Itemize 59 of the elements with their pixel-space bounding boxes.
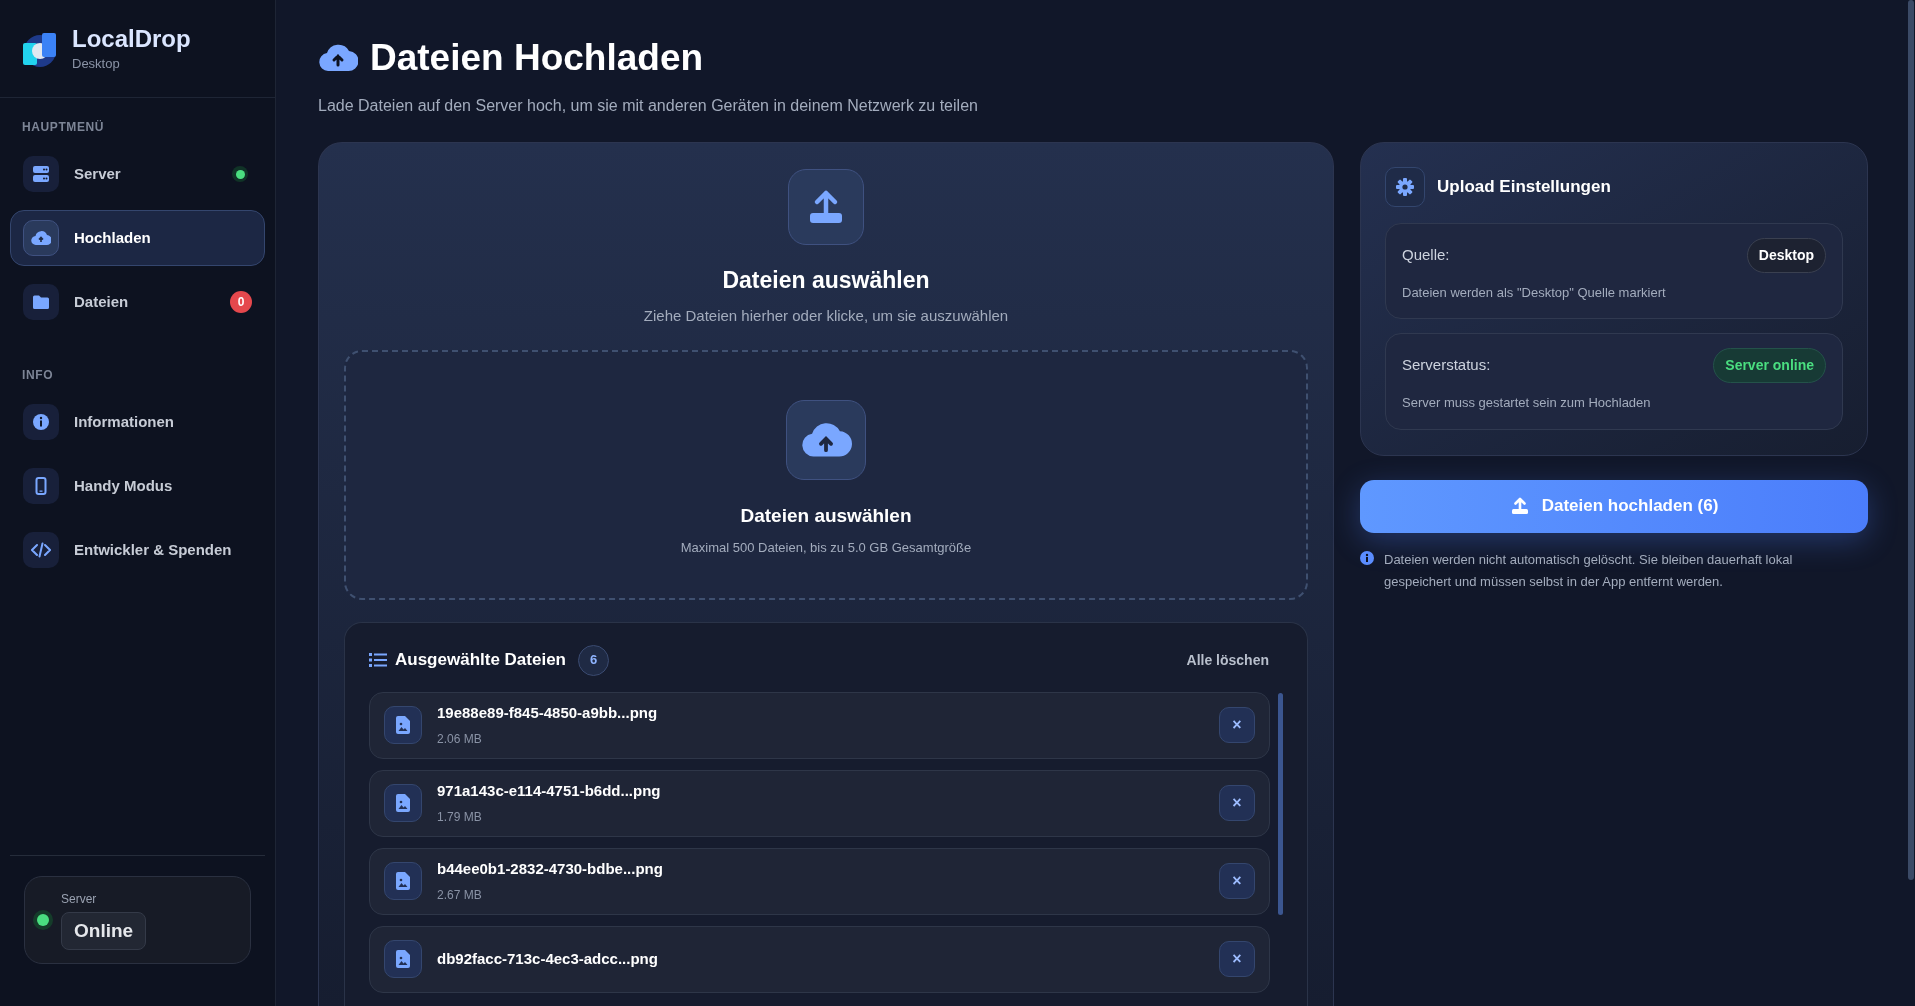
section-title: Ausgewählte Dateien	[395, 649, 566, 672]
file-size: 1.79 MB	[437, 809, 483, 827]
nav-item[interactable]: Entwickler & Spenden	[10, 522, 265, 578]
cloud-upload-icon	[786, 399, 866, 480]
dropzone-title: Dateien auswählen	[740, 503, 912, 528]
file-size: 2.06 MB	[437, 731, 483, 749]
cloud-upload-icon	[318, 42, 358, 73]
page-scrollbar[interactable]	[1908, 0, 1914, 880]
settings-title: Upload Einstellungen	[1437, 175, 1611, 198]
image-file-icon	[384, 862, 422, 900]
file-name: 19e88e89-f845-4850-a9bb...png	[437, 702, 658, 723]
remove-button[interactable]: ×	[1219, 941, 1255, 977]
setting-note: Server muss gestartet sein zum Hochladen	[1402, 394, 1652, 412]
section-heading: HAUPTMENÜ	[21, 119, 106, 136]
file-name: db92facc-713c-4ec3-adcc...png	[437, 948, 658, 969]
nav-item[interactable]: Server	[10, 146, 265, 202]
count-badge: 0	[230, 291, 252, 313]
remove-button[interactable]: ×	[1219, 863, 1255, 899]
file-name: b44ee0b1-2832-4730-bdbe...png	[437, 858, 663, 879]
nav-item[interactable]: Dateien 0	[10, 274, 265, 330]
app-subtitle: Desktop	[72, 54, 121, 73]
remove-button[interactable]: ×	[1219, 785, 1255, 821]
image-file-icon	[384, 784, 422, 822]
nav-item[interactable]: Handy Modus	[10, 458, 265, 514]
list-icon	[369, 652, 387, 668]
file-size: 2.67 MB	[437, 887, 483, 905]
info-icon	[31, 412, 51, 432]
cloud-upload-icon	[31, 228, 51, 248]
image-file-icon	[384, 706, 422, 744]
clear-all-button[interactable]: Alle löschen	[1186, 649, 1269, 671]
server-icon	[31, 164, 51, 184]
file-name: 971a143c-e114-4751-b6dd...png	[437, 780, 661, 801]
upload-icon	[788, 168, 864, 245]
info-icon	[1360, 550, 1374, 565]
page-title: Dateien Hochladen	[370, 36, 704, 80]
setting-label: Quelle:	[1402, 244, 1450, 265]
nav-item[interactable]: Hochladen	[10, 210, 265, 266]
section-heading: INFO	[21, 367, 55, 384]
remove-button[interactable]: ×	[1219, 707, 1255, 743]
scrollbar[interactable]	[1278, 692, 1283, 915]
status-pill: Server online	[1713, 348, 1826, 383]
status-pill: Desktop	[1746, 237, 1826, 273]
gear-icon	[1385, 166, 1425, 207]
code-icon	[31, 540, 51, 560]
image-file-icon	[384, 940, 422, 978]
dropzone-hint: Maximal 500 Dateien, bis zu 5.0 GB Gesamtgröße	[680, 539, 972, 557]
upload-title: Dateien auswählen	[722, 265, 930, 295]
setting-note: Dateien werden als "Desktop" Quelle markiert	[1402, 283, 1667, 302]
upload-icon	[1509, 496, 1530, 516]
count-badge: 6	[578, 644, 609, 676]
app-name: LocalDrop	[72, 23, 191, 54]
page-subtitle: Lade Dateien auf den Server hoch, um sie mit anderen Geräten in deinem Netzwerk zu teilen	[318, 95, 979, 116]
status-value: Online	[61, 911, 147, 951]
nav-item[interactable]: Informationen	[10, 394, 265, 450]
setting-label: Serverstatus:	[1402, 355, 1491, 376]
status-label: Server	[61, 890, 98, 908]
drop-zone[interactable]: Dateien auswählen Maximal 500 Dateien, bis zu 5.0 GB Gesamtgröße	[344, 349, 1308, 600]
info-note: Dateien werden nicht automatisch gelöscht. Sie bleiben dauerhaft lokal gespeichert und müssen selbst in der App entfernt werden.	[1384, 550, 1794, 591]
upload-hint: Ziehe Dateien hierher oder klicke, um sie auszuwählen	[643, 306, 1009, 326]
